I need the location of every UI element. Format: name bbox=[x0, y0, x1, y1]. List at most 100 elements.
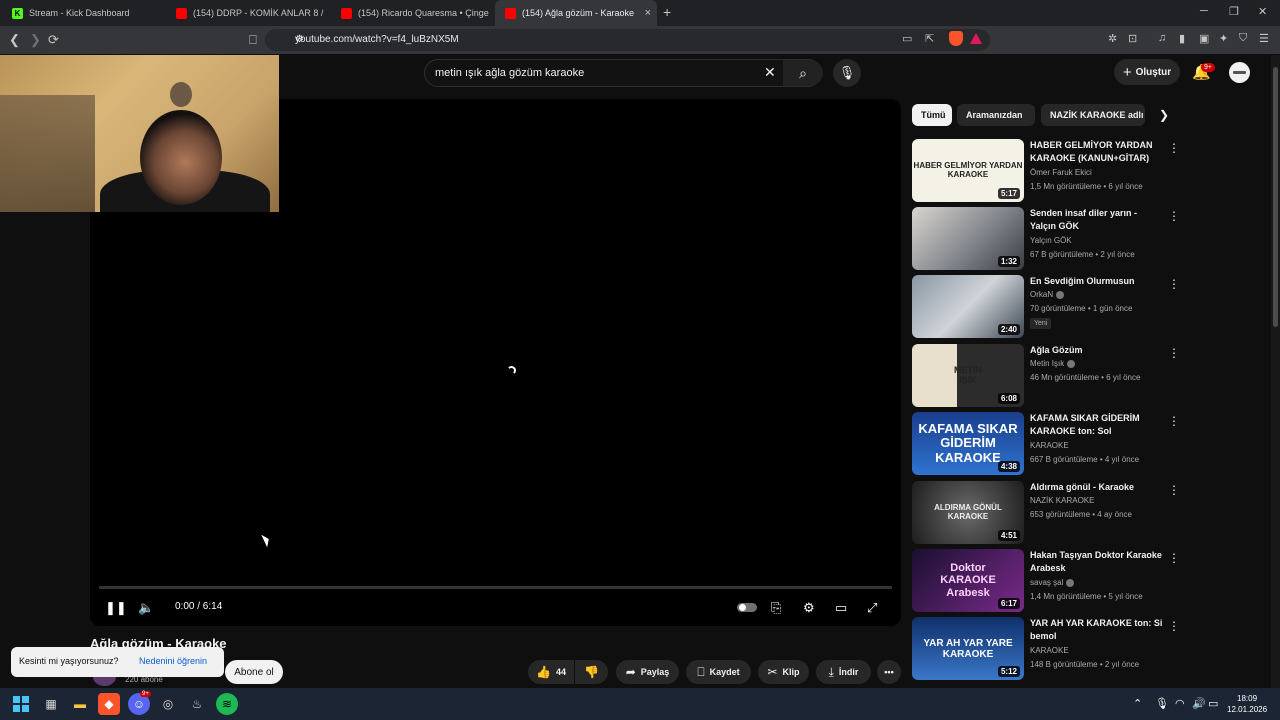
bookmark-icon[interactable]: ⎕ bbox=[249, 32, 257, 48]
more-actions-button[interactable]: ••• bbox=[877, 660, 901, 684]
search-input[interactable]: metin ışık ağla gözüm karaoke bbox=[435, 67, 584, 79]
recommended-video-title[interactable]: Senden insaf diler yarın - Yalçın GÖK bbox=[1030, 207, 1165, 233]
tab-ddrp-komik-anlar[interactable]: (154) DDRP - KOMİK ANLAR 8 / EDİT bbox=[166, 0, 324, 26]
wifi-icon[interactable]: ◠ bbox=[1175, 697, 1185, 710]
volume-icon[interactable]: 🔈 bbox=[138, 600, 154, 616]
forward-icon[interactable]: ❯ bbox=[30, 32, 41, 48]
battery-icon[interactable]: ▭ bbox=[1208, 697, 1218, 710]
extensions-icon[interactable]: ✲ bbox=[1108, 32, 1117, 45]
video-thumbnail[interactable]: KAFAMA SIKAR GİDERİM KARAOKE 4:38 bbox=[912, 412, 1024, 475]
recommended-channel-name[interactable]: Yalçın GÖK bbox=[1030, 236, 1072, 245]
share-page-icon[interactable]: ⇱ bbox=[925, 32, 934, 45]
recommended-video-title[interactable]: YAR AH YAR KARAOKE ton: Si bemol bbox=[1030, 617, 1165, 643]
volume-tray-icon[interactable]: 🔊 bbox=[1192, 697, 1206, 710]
recommended-video-card[interactable]: METİN IŞIK 6:08 Ağla Gözüm Metin Işık 46 Mn … bbox=[912, 344, 1182, 410]
download-button[interactable]: ⤓ İndir bbox=[816, 660, 871, 684]
subscribe-button[interactable]: Abone ol bbox=[225, 660, 283, 684]
recommended-video-card[interactable]: HABER GELMİYOR YARDAN KARAOKE 5:17 HABER G… bbox=[912, 139, 1182, 205]
share-button[interactable]: ➦ Paylaş bbox=[616, 660, 679, 684]
video-thumbnail[interactable]: ALDIRMA GÖNÜL KARAOKE 4:51 bbox=[912, 481, 1024, 544]
more-options-icon[interactable]: ⋮ bbox=[1168, 619, 1180, 633]
theater-mode-icon[interactable]: ▭ bbox=[835, 600, 847, 616]
close-tab-icon[interactable]: × bbox=[645, 7, 651, 19]
recommended-video-title[interactable]: En Sevdiğim Olurmusun bbox=[1030, 275, 1165, 288]
learn-why-link[interactable]: Nedenini öğrenin bbox=[139, 656, 207, 666]
sidebar-icon[interactable]: ▮ bbox=[1179, 32, 1185, 45]
more-options-icon[interactable]: ⋮ bbox=[1168, 551, 1180, 565]
more-options-icon[interactable]: ⋮ bbox=[1168, 141, 1180, 155]
more-options-icon[interactable]: ⋮ bbox=[1168, 277, 1180, 291]
restore-icon[interactable]: ❐ bbox=[1229, 5, 1239, 18]
steam-icon[interactable]: ♨ bbox=[186, 693, 208, 715]
wallet-icon[interactable]: ▣ bbox=[1199, 32, 1209, 45]
clip-button[interactable]: ✂ Klip bbox=[758, 660, 809, 684]
menu-icon[interactable]: ☰ bbox=[1259, 32, 1269, 45]
video-thumbnail[interactable]: YAR AH YAR YARE KARAOKE 5:12 bbox=[912, 617, 1024, 680]
settings-gear-icon[interactable]: ⚙ bbox=[803, 600, 815, 616]
video-thumbnail[interactable]: 2:40 bbox=[912, 275, 1024, 338]
chip-nazik-karaoke[interactable]: NAZİK KARAOKE adlı yüklemeler bbox=[1041, 104, 1145, 126]
tab-ricardo-quaresma[interactable]: (154) Ricardo Quaresma • Çingenem bbox=[331, 0, 489, 26]
recommended-channel-name[interactable]: KARAOKE bbox=[1030, 441, 1069, 450]
file-explorer-icon[interactable]: ▬ bbox=[69, 693, 91, 715]
more-options-icon[interactable]: ⋮ bbox=[1168, 346, 1180, 360]
search-box[interactable]: metin ışık ağla gözüm karaoke ✕ ⌕ bbox=[424, 59, 823, 87]
clock[interactable]: 18:09 12.01.2026 bbox=[1227, 693, 1267, 715]
dislike-button[interactable]: 👎 bbox=[575, 660, 608, 684]
recommended-channel-name[interactable]: OrkaN bbox=[1030, 290, 1065, 299]
subtitles-icon[interactable]: ⎘ bbox=[771, 600, 781, 616]
media-icon[interactable]: ♫ bbox=[1158, 32, 1166, 44]
recommended-channel-name[interactable]: savaş şal bbox=[1030, 578, 1075, 587]
chip-all[interactable]: Tümü bbox=[912, 104, 952, 126]
recommended-channel-name[interactable]: NAZİK KARAOKE bbox=[1030, 496, 1094, 505]
task-view-icon[interactable]: ▦ bbox=[40, 693, 62, 715]
voice-search-button[interactable]: 🎙 bbox=[833, 59, 861, 87]
minimize-icon[interactable]: ─ bbox=[1200, 5, 1208, 17]
video-thumbnail[interactable]: HABER GELMİYOR YARDAN KARAOKE 5:17 bbox=[912, 139, 1024, 202]
recommended-video-card[interactable]: YAR AH YAR YARE KARAOKE 5:12 YAR AH YAR KA… bbox=[912, 617, 1182, 683]
autoplay-toggle[interactable] bbox=[737, 603, 757, 612]
tab-kick-dashboard[interactable]: K Stream - Kick Dashboard bbox=[2, 0, 160, 26]
tab-agla-gozum-active[interactable]: (154) Ağla gözüm - Karaoke - You × bbox=[495, 0, 657, 26]
obs-icon[interactable]: ◎ bbox=[157, 693, 179, 715]
close-window-icon[interactable]: ✕ bbox=[1258, 5, 1267, 18]
recommended-channel-name[interactable]: Metin Işık bbox=[1030, 359, 1076, 368]
video-thumbnail[interactable]: Doktor KARAOKE Arabesk 6:17 bbox=[912, 549, 1024, 612]
account-avatar[interactable] bbox=[1229, 62, 1250, 83]
more-options-icon[interactable]: ⋮ bbox=[1168, 483, 1180, 497]
windows-start-icon[interactable] bbox=[10, 693, 32, 715]
recommended-video-card[interactable]: ALDIRMA GÖNÜL KARAOKE 4:51 Aldırma gönül -… bbox=[912, 481, 1182, 547]
spotify-icon[interactable]: ≋ bbox=[216, 693, 238, 715]
recommended-video-title[interactable]: Aldırma gönül - Karaoke bbox=[1030, 481, 1165, 494]
reload-icon[interactable]: ⟳ bbox=[48, 32, 59, 48]
recommended-video-title[interactable]: Ağla Gözüm bbox=[1030, 344, 1165, 357]
screenshot-icon[interactable]: ⊡ bbox=[1128, 32, 1137, 45]
recommended-video-title[interactable]: HABER GELMİYOR YARDAN KARAOKE (KANUN+GİT… bbox=[1030, 139, 1165, 165]
vpn-icon[interactable]: ⛉ bbox=[1239, 32, 1247, 45]
recommended-video-title[interactable]: Hakan Taşıyan Doktor Karaoke Arabesk bbox=[1030, 549, 1165, 575]
new-tab-button[interactable]: + bbox=[663, 4, 671, 20]
video-thumbnail[interactable]: 1:32 bbox=[912, 207, 1024, 270]
recommended-video-card[interactable]: KAFAMA SIKAR GİDERİM KARAOKE 4:38 KAFAMA S… bbox=[912, 412, 1182, 478]
pause-icon[interactable]: ❚❚ bbox=[105, 600, 127, 616]
progress-bar[interactable] bbox=[99, 586, 892, 589]
chip-from-search[interactable]: Aramanızdan bbox=[957, 104, 1035, 126]
search-button[interactable]: ⌕ bbox=[783, 60, 823, 86]
brave-browser-icon[interactable]: ◆ bbox=[98, 693, 120, 715]
leo-ai-icon[interactable]: ✦ bbox=[1219, 32, 1228, 45]
brave-shields-icon[interactable] bbox=[949, 31, 963, 46]
brave-rewards-icon[interactable] bbox=[970, 33, 982, 44]
recommended-video-card[interactable]: 1:32 Senden insaf diler yarın - Yalçın GÖ… bbox=[912, 207, 1182, 273]
clear-search-icon[interactable]: ✕ bbox=[764, 64, 776, 81]
recommended-channel-name[interactable]: KARAOKE bbox=[1030, 646, 1069, 655]
url-text[interactable]: youtube.com/watch?v=f4_luBzNX5M bbox=[295, 34, 459, 45]
chevron-right-icon[interactable]: ❯ bbox=[1159, 108, 1169, 122]
back-icon[interactable]: ❮ bbox=[9, 32, 20, 48]
fullscreen-icon[interactable]: ⤢ bbox=[867, 600, 877, 616]
video-thumbnail[interactable]: METİN IŞIK 6:08 bbox=[912, 344, 1024, 407]
save-button[interactable]: ⎕ Kaydet bbox=[686, 660, 751, 684]
tray-chevron-icon[interactable]: ⌃ bbox=[1133, 697, 1142, 710]
create-button[interactable]: + Oluştur bbox=[1114, 59, 1180, 85]
address-bar[interactable]: ⚙ youtube.com/watch?v=f4_luBzNX5M bbox=[265, 29, 990, 51]
recommended-video-title[interactable]: KAFAMA SIKAR GİDERİM KARAOKE ton: Sol bbox=[1030, 412, 1165, 438]
